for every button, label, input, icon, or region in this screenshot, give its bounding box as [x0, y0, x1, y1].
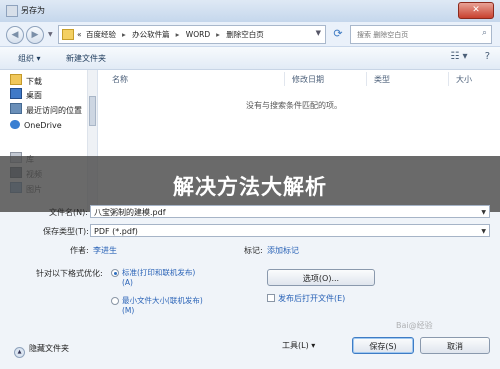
forward-button[interactable]: ▶: [26, 26, 44, 44]
tags-field[interactable]: 添加标记: [267, 245, 299, 256]
refresh-icon[interactable]: ⟳: [330, 26, 346, 42]
desktop-icon: [10, 88, 22, 99]
radio-standard-label[interactable]: 标准(打印和联机发布) (A): [122, 268, 195, 288]
nav-item-downloads[interactable]: 下载: [10, 74, 42, 86]
column-divider[interactable]: [366, 72, 367, 86]
recent-locations-dropdown-icon[interactable]: ▼: [48, 31, 53, 38]
save-options-panel: 文件名(N): 八宝粥制的建模.pdf ▼ 保存类型(T): PDF (*.pd…: [0, 205, 500, 369]
chevron-right-icon[interactable]: ▸: [122, 30, 126, 39]
tools-menu[interactable]: 工具(L) ▾: [282, 337, 338, 354]
title-bar: 另存为 ✕: [0, 0, 500, 23]
column-header-name[interactable]: 名称: [112, 74, 128, 85]
column-divider[interactable]: [448, 72, 449, 86]
open-after-publish-checkbox[interactable]: [267, 294, 275, 302]
optimize-label: 针对以下格式优化:: [36, 269, 103, 278]
nav-item-label: OneDrive: [24, 121, 62, 130]
breadcrumb-item[interactable]: 百度经验: [86, 30, 116, 39]
chevron-down-icon[interactable]: ▼: [481, 225, 486, 238]
open-after-publish-label[interactable]: 发布后打开文件(E): [278, 293, 345, 304]
nav-item-label: 桌面: [26, 91, 42, 100]
command-toolbar: 组织 ▾ 新建文件夹 ☷ ▾ ?: [0, 47, 500, 70]
nav-item-desktop[interactable]: 桌面: [10, 88, 42, 100]
breadcrumb-overflow[interactable]: «: [77, 30, 82, 39]
breadcrumb[interactable]: « 百度经验 ▸ 办公软件篇 ▸ WORD ▸ 删除空白页 ▼: [58, 25, 326, 44]
window-title: 另存为: [21, 6, 45, 15]
nav-item-label: 下载: [26, 77, 42, 86]
save-dialog-icon: [6, 5, 18, 17]
recent-places-icon: [10, 103, 22, 114]
back-button[interactable]: ◀: [6, 26, 24, 44]
new-folder-button[interactable]: 新建文件夹: [66, 53, 106, 64]
close-button[interactable]: ✕: [458, 2, 494, 19]
breadcrumb-item[interactable]: 删除空白页: [226, 30, 264, 39]
cancel-button[interactable]: 取消: [420, 337, 490, 354]
empty-results-message: 没有与搜索条件匹配的项。: [246, 101, 342, 110]
savetype-label: 保存类型(T):: [43, 227, 89, 236]
chevron-right-icon[interactable]: ▸: [216, 30, 220, 39]
help-icon[interactable]: ?: [485, 51, 490, 62]
search-box[interactable]: ⌕: [350, 25, 492, 44]
nav-item-onedrive[interactable]: OneDrive: [10, 120, 62, 132]
savetype-select[interactable]: PDF (*.pdf) ▼: [90, 224, 490, 237]
chevron-up-icon: ▲: [14, 347, 25, 358]
author-field[interactable]: 李进生: [93, 245, 117, 256]
radio-minimum-size[interactable]: [111, 297, 119, 305]
nav-item-label: 最近访问的位置: [26, 106, 82, 115]
save-button[interactable]: 保存(S): [352, 337, 414, 354]
column-header-modified[interactable]: 修改日期: [292, 74, 324, 85]
onedrive-icon: [10, 120, 20, 129]
watermark-logo: Bai@经验: [396, 321, 433, 330]
folder-icon: [62, 29, 74, 40]
column-header-size[interactable]: 大小: [456, 74, 472, 85]
filename-label: 文件名(N):: [49, 208, 88, 217]
scrollbar-thumb[interactable]: [89, 96, 96, 126]
filename-value: 八宝粥制的建模.pdf: [94, 208, 166, 217]
breadcrumb-item[interactable]: WORD: [186, 30, 210, 39]
overlay-banner: 解决方法大解析: [0, 156, 500, 212]
savetype-value: PDF (*.pdf): [94, 227, 138, 236]
hide-folders-label: 隐藏文件夹: [29, 344, 69, 353]
organize-menu[interactable]: 组织 ▾: [18, 53, 41, 64]
breadcrumb-item[interactable]: 办公软件篇: [132, 30, 170, 39]
banner-text: 解决方法大解析: [173, 175, 327, 199]
column-header-type[interactable]: 类型: [374, 74, 390, 85]
filename-field[interactable]: 八宝粥制的建模.pdf ▼: [90, 205, 490, 218]
nav-item-recent[interactable]: 最近访问的位置: [10, 103, 82, 115]
author-label: 作者:: [70, 246, 89, 255]
address-bar: ◀ ▶ ▼ « 百度经验 ▸ 办公软件篇 ▸ WORD ▸ 删除空白页 ▼ ⟳ ⌕: [0, 22, 500, 47]
chevron-right-icon[interactable]: ▸: [176, 30, 180, 39]
radio-standard[interactable]: [111, 269, 119, 277]
radio-minimum-size-label[interactable]: 最小文件大小(联机发布) (M): [122, 296, 203, 316]
view-options-icon[interactable]: ☷ ▾: [450, 51, 467, 62]
tools-label: 工具(L): [282, 341, 309, 350]
chevron-down-icon[interactable]: ▼: [481, 206, 486, 219]
hide-folders-toggle[interactable]: ▲ 隐藏文件夹: [14, 343, 69, 358]
download-folder-icon: [10, 74, 22, 85]
options-button[interactable]: 选项(O)...: [267, 269, 375, 286]
address-dropdown-icon[interactable]: ▼: [316, 29, 321, 37]
search-icon[interactable]: ⌕: [482, 28, 487, 38]
tags-label: 标记:: [244, 246, 263, 255]
search-input[interactable]: [355, 28, 477, 41]
column-divider[interactable]: [284, 72, 285, 86]
